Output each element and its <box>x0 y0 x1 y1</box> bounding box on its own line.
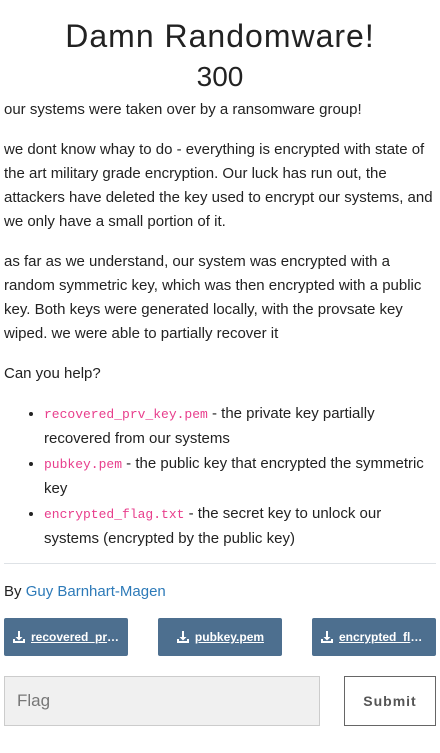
file-button-label: encrypted_flag.txt <box>339 630 428 644</box>
author-line: By Guy Barnhart-Magen <box>4 580 436 604</box>
file-name-code: recovered_prv_key.pem <box>44 407 208 422</box>
submit-button[interactable]: Submit <box>344 676 436 726</box>
author-prefix: By <box>4 583 26 600</box>
download-encrypted-flag-button[interactable]: encrypted_flag.txt <box>312 618 436 656</box>
challenge-panel: Damn Randomware! 300 our systems were ta… <box>0 0 440 726</box>
file-name-code: encrypted_flag.txt <box>44 507 185 522</box>
download-icon <box>13 631 25 643</box>
description-paragraph: we dont know whay to do - everything is … <box>4 141 433 230</box>
challenge-title: Damn Randomware! <box>65 18 375 54</box>
list-item: encrypted_flag.txt - the secret key to u… <box>44 502 436 551</box>
list-item: pubkey.pem - the public key that encrypt… <box>44 452 436 501</box>
flag-input[interactable] <box>4 676 320 726</box>
download-icon <box>176 631 189 643</box>
download-recovered-prv-key-button[interactable]: recovered_prv_key.pem <box>4 618 128 656</box>
flag-submit-form: Submit <box>4 676 436 726</box>
description-paragraph: our systems were taken over by a ransomw… <box>4 101 362 118</box>
file-name-code: pubkey.pem <box>44 457 123 472</box>
description-paragraph: as far as we understand, our system was … <box>4 253 422 342</box>
list-item: recovered_prv_key.pem - the private key … <box>44 402 436 451</box>
file-downloads: recovered_prv_key.pem pubkey.pem encrypt… <box>4 618 436 656</box>
download-icon <box>321 631 333 643</box>
description-paragraph: Can you help? <box>4 365 101 382</box>
file-button-label: pubkey.pem <box>194 630 265 644</box>
file-button-label: recovered_prv_key.pem <box>31 630 120 644</box>
challenge-points: 300 <box>196 61 244 92</box>
download-pubkey-button[interactable]: pubkey.pem <box>158 618 282 656</box>
author-link[interactable]: Guy Barnhart-Magen <box>26 583 166 600</box>
challenge-description: our systems were taken over by a ransomw… <box>4 98 436 551</box>
divider <box>4 563 436 564</box>
file-description-list: recovered_prv_key.pem - the private key … <box>4 402 436 551</box>
